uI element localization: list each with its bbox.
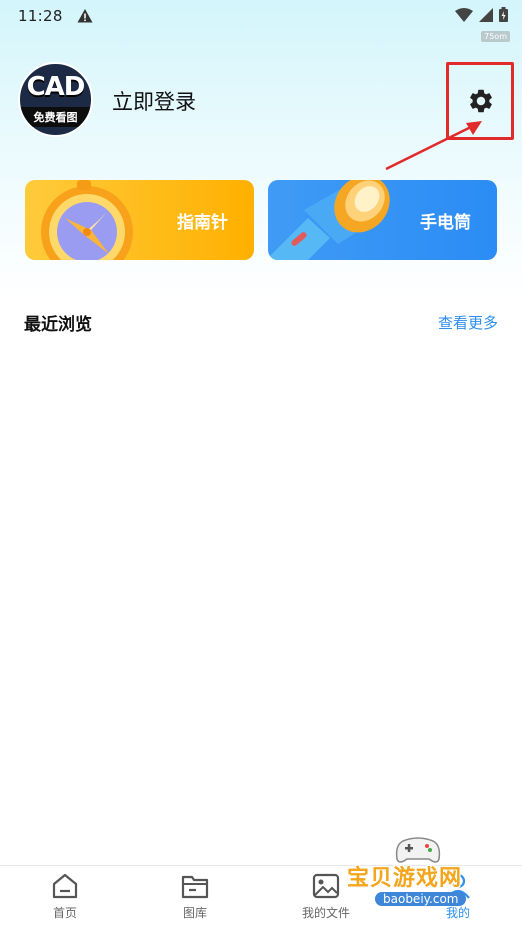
compass-card[interactable]: 指南针 xyxy=(25,180,254,260)
flashlight-icon xyxy=(268,180,390,260)
compass-label: 指南针 xyxy=(177,213,228,233)
network-speed-badge: 75om xyxy=(481,31,510,42)
warning-icon xyxy=(77,9,93,23)
signal-icon xyxy=(479,7,493,22)
nav-gallery[interactable]: 图库 xyxy=(155,872,235,921)
battery-icon xyxy=(499,7,508,22)
wifi-icon xyxy=(455,7,473,22)
compass-icon xyxy=(41,180,133,260)
gamepad-icon xyxy=(395,837,441,863)
avatar-logo-text: CAD xyxy=(26,72,86,102)
status-icons xyxy=(455,7,508,22)
flashlight-label: 手电筒 xyxy=(420,213,471,233)
status-time: 11:28 xyxy=(18,7,63,25)
login-button[interactable]: 立即登录 xyxy=(112,86,196,116)
avatar-subtitle: 免费看图 xyxy=(20,107,91,127)
view-more-link[interactable]: 查看更多 xyxy=(438,312,498,333)
nav-profile[interactable]: 我的 xyxy=(418,872,498,921)
avatar[interactable]: CAD 免费看图 xyxy=(18,62,93,137)
recent-title: 最近浏览 xyxy=(24,315,92,335)
nav-profile-label: 我的 xyxy=(445,906,470,920)
nav-my-files-label: 我的文件 xyxy=(301,906,350,920)
nav-home[interactable]: 首页 xyxy=(25,872,105,921)
flashlight-card[interactable]: 手电筒 xyxy=(268,180,497,260)
image-icon xyxy=(312,873,340,899)
home-icon xyxy=(52,873,78,899)
nav-home-label: 首页 xyxy=(52,906,77,920)
nav-my-files[interactable]: 我的文件 xyxy=(286,872,366,921)
settings-button[interactable] xyxy=(465,85,497,117)
bottom-nav: 首页 图库 我的文件 我的 xyxy=(0,865,522,928)
gear-icon xyxy=(470,89,492,113)
profile-icon xyxy=(446,873,470,899)
nav-gallery-label: 图库 xyxy=(182,906,207,920)
folder-icon xyxy=(181,875,209,899)
status-bar: 11:28 75om xyxy=(0,0,522,42)
